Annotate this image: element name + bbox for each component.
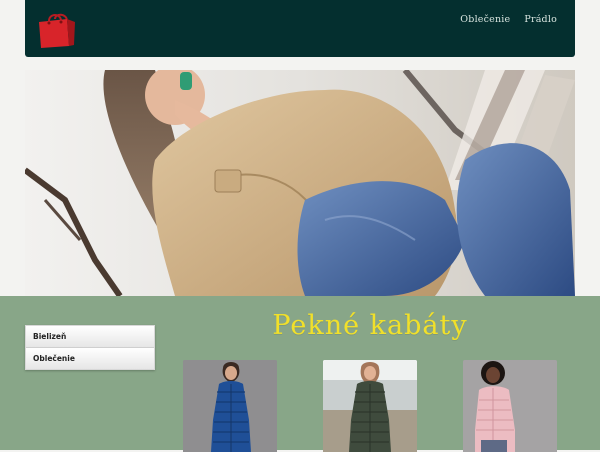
category-item-oblecenie[interactable]: Oblečenie (26, 348, 154, 369)
hero-banner-image (25, 70, 575, 296)
main-nav: Oblečenie Prádlo (460, 14, 557, 25)
product-image (323, 360, 417, 452)
nav-item-pradlo[interactable]: Prádlo (524, 14, 557, 25)
shopping-bag-icon[interactable] (37, 10, 77, 50)
product-card-blue-coat[interactable] (183, 360, 277, 452)
site-header: Oblečenie Prádlo (25, 0, 575, 57)
section-title: Pekné kabáty (272, 310, 468, 341)
category-item-bielizen[interactable]: Bielizeň (26, 326, 154, 348)
product-image (183, 360, 277, 452)
content-section: Bielizeň Oblečenie Pekné kabáty (0, 296, 600, 452)
nav-item-oblecenie[interactable]: Oblečenie (460, 14, 510, 25)
product-card-olive-coat[interactable] (323, 360, 417, 452)
category-menu: Bielizeň Oblečenie (25, 325, 155, 370)
product-card-pink-jacket[interactable] (463, 360, 557, 452)
product-image (463, 360, 557, 452)
